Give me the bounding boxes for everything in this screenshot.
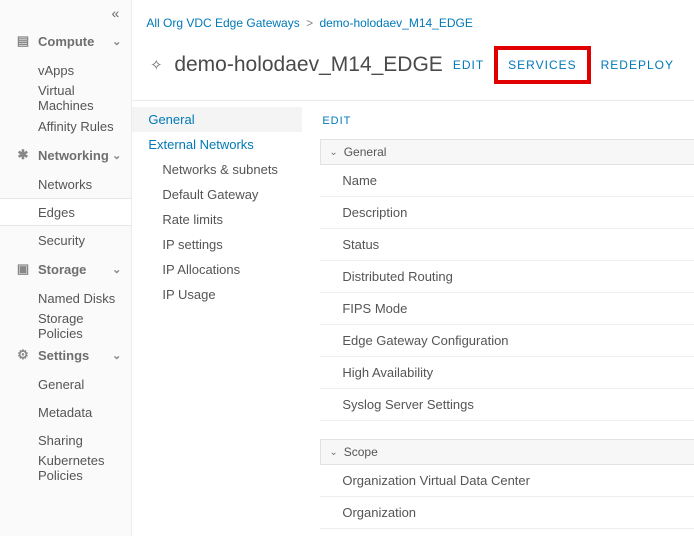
subnav: General External Networks Networks & sub… <box>132 100 302 536</box>
sidebar-section-label: Settings <box>32 348 112 363</box>
chevron-down-icon: ⌄ <box>112 349 121 362</box>
breadcrumb: All Org VDC Edge Gateways > demo-holodae… <box>132 0 694 40</box>
sidebar-item-label: Kubernetes Policies <box>38 453 131 483</box>
group-header-general[interactable]: ⌄ General <box>320 139 694 165</box>
subnav-networks-subnets[interactable]: Networks & subnets <box>132 157 302 182</box>
content-row: General External Networks Networks & sub… <box>132 100 694 536</box>
sidebar-item-sharing[interactable]: Sharing <box>0 426 131 454</box>
sidebar-item-label: vApps <box>38 63 74 78</box>
sidebar-item-affinity-rules[interactable]: Affinity Rules <box>0 112 131 140</box>
prop-syslog: Syslog Server Settings <box>320 389 694 421</box>
title-actions: EDIT SERVICES REDEPLOY <box>443 46 694 84</box>
sidebar-section-label: Storage <box>32 262 112 277</box>
sidebar: « ▤ Compute ⌄ vApps Virtual Machines Aff… <box>0 0 132 536</box>
subnav-rate-limits[interactable]: Rate limits <box>132 207 302 232</box>
compute-icon: ▤ <box>14 33 32 49</box>
chevron-down-icon: ⌄ <box>112 35 121 48</box>
breadcrumb-sep: > <box>303 16 316 30</box>
redeploy-action[interactable]: REDEPLOY <box>591 50 684 80</box>
networking-icon: ✱ <box>14 147 32 163</box>
prop-organization: Organization <box>320 497 694 529</box>
main-pane: All Org VDC Edge Gateways > demo-holodae… <box>132 0 694 536</box>
sidebar-item-general[interactable]: General <box>0 370 131 398</box>
prop-distributed-routing: Distributed Routing <box>320 261 694 293</box>
page-title: demo-holodaev_M14_EDGE <box>166 53 443 77</box>
edit-action[interactable]: EDIT <box>443 50 494 80</box>
sidebar-item-label: Named Disks <box>38 291 115 306</box>
edge-gateway-icon: ✧ <box>146 55 166 75</box>
breadcrumb-root[interactable]: All Org VDC Edge Gateways <box>146 16 299 30</box>
sidebar-section-networking[interactable]: ✱ Networking ⌄ <box>0 140 131 170</box>
subnav-ip-allocations[interactable]: IP Allocations <box>132 257 302 282</box>
subnav-general[interactable]: General <box>132 107 302 132</box>
detail-panel: EDIT ⌄ General Name Description Status D… <box>302 100 694 536</box>
sidebar-collapse[interactable]: « <box>0 0 131 26</box>
sidebar-item-label: Security <box>38 233 85 248</box>
chevron-down-icon: ⌄ <box>329 447 337 458</box>
group-title: General <box>344 145 387 159</box>
sidebar-item-label: Affinity Rules <box>38 119 114 134</box>
sidebar-section-compute[interactable]: ▤ Compute ⌄ <box>0 26 131 56</box>
subnav-ip-settings[interactable]: IP settings <box>132 232 302 257</box>
breadcrumb-current: demo-holodaev_M14_EDGE <box>319 16 472 30</box>
group-title: Scope <box>344 445 378 459</box>
sidebar-item-security[interactable]: Security <box>0 226 131 254</box>
chevron-down-icon: ⌄ <box>112 263 121 276</box>
sidebar-item-label: Sharing <box>38 433 83 448</box>
sidebar-item-virtual-machines[interactable]: Virtual Machines <box>0 84 131 112</box>
subnav-ip-usage[interactable]: IP Usage <box>132 282 302 307</box>
sidebar-section-label: Compute <box>32 34 112 49</box>
prop-name: Name <box>320 165 694 197</box>
sidebar-item-label: General <box>38 377 84 392</box>
subnav-external-networks[interactable]: External Networks <box>132 132 302 157</box>
prop-org-vdc: Organization Virtual Data Center <box>320 465 694 497</box>
sidebar-item-kubernetes-policies[interactable]: Kubernetes Policies <box>0 454 131 482</box>
sidebar-item-metadata[interactable]: Metadata <box>0 398 131 426</box>
sidebar-item-named-disks[interactable]: Named Disks <box>0 284 131 312</box>
sidebar-item-networks[interactable]: Networks <box>0 170 131 198</box>
chevron-down-icon: ⌄ <box>329 147 337 158</box>
sidebar-item-label: Storage Policies <box>38 311 131 341</box>
sidebar-item-label: Virtual Machines <box>38 83 131 113</box>
sidebar-item-label: Edges <box>38 205 75 220</box>
title-row: ✧ demo-holodaev_M14_EDGE EDIT SERVICES R… <box>132 40 694 100</box>
sidebar-item-storage-policies[interactable]: Storage Policies <box>0 312 131 340</box>
settings-icon: ⚙ <box>14 347 32 363</box>
chevron-down-icon: ⌄ <box>112 149 121 162</box>
subnav-default-gateway[interactable]: Default Gateway <box>132 182 302 207</box>
prop-description: Description <box>320 197 694 229</box>
prop-fips-mode: FIPS Mode <box>320 293 694 325</box>
sidebar-section-settings[interactable]: ⚙ Settings ⌄ <box>0 340 131 370</box>
sidebar-item-edges[interactable]: Edges <box>0 198 131 226</box>
prop-edge-gateway-config: Edge Gateway Configuration <box>320 325 694 357</box>
sidebar-item-label: Networks <box>38 177 92 192</box>
prop-high-availability: High Availability <box>320 357 694 389</box>
services-action[interactable]: SERVICES <box>494 46 590 84</box>
sidebar-section-storage[interactable]: ▣ Storage ⌄ <box>0 254 131 284</box>
detail-edit-button[interactable]: EDIT <box>320 111 694 139</box>
sidebar-item-vapps[interactable]: vApps <box>0 56 131 84</box>
group-header-scope[interactable]: ⌄ Scope <box>320 439 694 465</box>
sidebar-item-label: Metadata <box>38 405 92 420</box>
storage-icon: ▣ <box>14 261 32 277</box>
chevron-double-left-icon: « <box>112 5 120 21</box>
sidebar-section-label: Networking <box>32 148 112 163</box>
prop-status: Status <box>320 229 694 261</box>
